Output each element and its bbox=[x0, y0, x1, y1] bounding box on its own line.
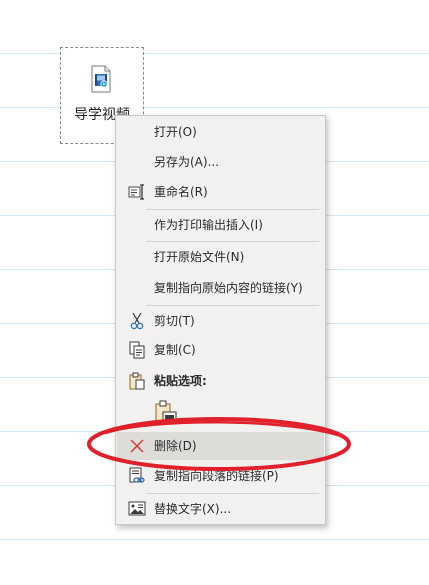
menu-item-label: 删除(D) bbox=[154, 439, 197, 453]
link-paragraph-icon bbox=[128, 467, 146, 485]
scissors-icon bbox=[128, 312, 146, 330]
menu-item-open[interactable]: 打开(O) bbox=[117, 118, 324, 146]
menu-item-label: 打开原始文件(N) bbox=[154, 250, 245, 264]
menu-item-label: 粘贴选项: bbox=[154, 374, 207, 388]
menu-item-insert-printout[interactable]: 作为打印输出插入(I) bbox=[117, 211, 324, 239]
menu-item-delete[interactable]: 删除(D) bbox=[117, 432, 324, 460]
menu-item-open-original[interactable]: 打开原始文件(N) bbox=[117, 243, 324, 271]
menu-item-copy-original-link[interactable]: 复制指向原始内容的链接(Y) bbox=[117, 274, 324, 302]
menu-separator bbox=[146, 241, 319, 242]
menu-separator bbox=[146, 493, 319, 494]
paste-icon bbox=[128, 372, 146, 390]
menu-item-label: 复制指向原始内容的链接(Y) bbox=[154, 281, 303, 295]
menu-item-label: 复制(C) bbox=[154, 343, 196, 357]
menu-item-label: 剪切(T) bbox=[154, 314, 195, 328]
menu-item-cut[interactable]: 剪切(T) bbox=[117, 307, 324, 335]
rename-icon bbox=[128, 183, 146, 201]
menu-item-alt-text[interactable]: 替换文字(X)... bbox=[117, 495, 324, 523]
menu-item-copy[interactable]: 复制(C) bbox=[117, 336, 324, 364]
menu-separator bbox=[146, 209, 319, 210]
menu-item-paste-options: 粘贴选项: bbox=[117, 367, 324, 395]
menu-item-label: 替换文字(X)... bbox=[154, 502, 232, 516]
menu-separator bbox=[146, 305, 319, 306]
context-menu: 打开(O) 另存为(A)... 重命名(R) 作为打印输出插入(I) 打开原始文… bbox=[115, 115, 326, 525]
video-file-icon bbox=[90, 65, 112, 93]
menu-item-label: 作为打印输出插入(I) bbox=[154, 218, 263, 232]
menu-item-label: 另存为(A)... bbox=[154, 155, 220, 169]
menu-item-label: 复制指向段落的链接(P) bbox=[154, 469, 279, 483]
menu-item-copy-paragraph-link[interactable]: 复制指向段落的链接(P) bbox=[117, 462, 324, 490]
copy-icon bbox=[128, 341, 146, 359]
menu-item-rename[interactable]: 重命名(R) bbox=[117, 178, 324, 206]
menu-item-save-as[interactable]: 另存为(A)... bbox=[117, 148, 324, 176]
alt-text-icon bbox=[128, 500, 146, 518]
menu-item-label: 重命名(R) bbox=[154, 185, 208, 199]
delete-x-icon bbox=[128, 437, 146, 455]
paste-keep-source-icon[interactable] bbox=[154, 400, 178, 426]
menu-item-label: 打开(O) bbox=[154, 125, 197, 139]
